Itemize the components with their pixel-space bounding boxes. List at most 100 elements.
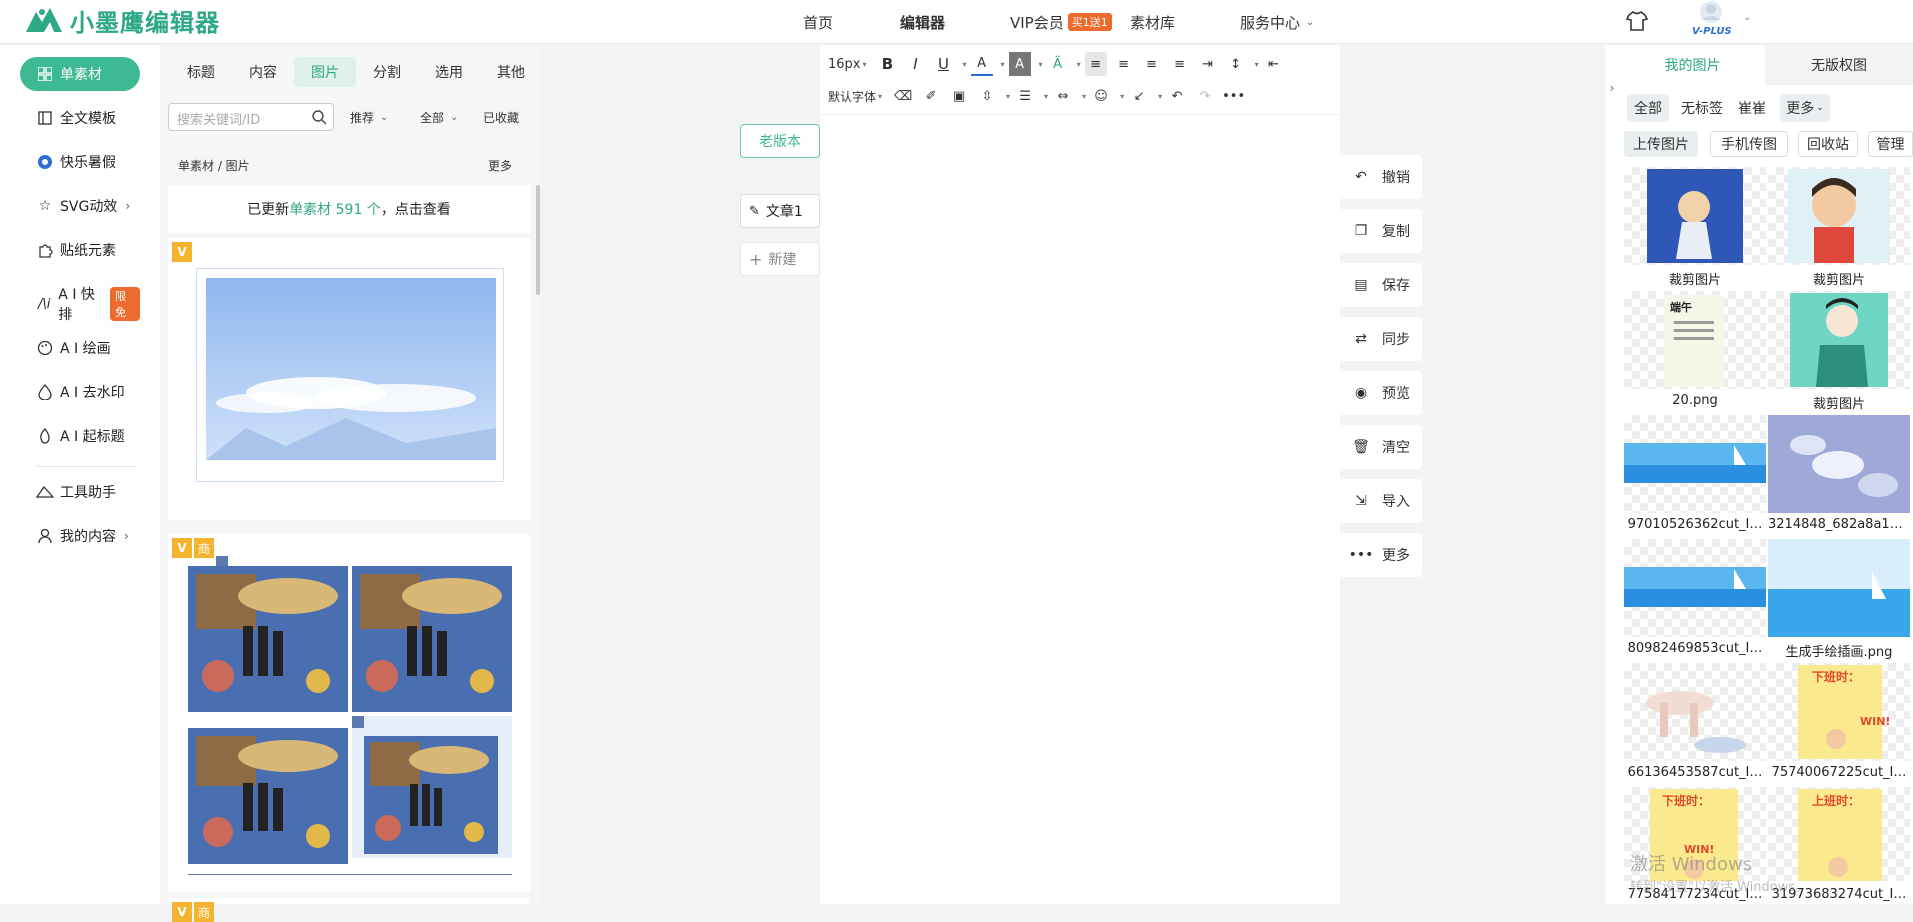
emoji-icon[interactable]: ☺ bbox=[1090, 84, 1112, 108]
preview-button[interactable]: ◉ 预览 bbox=[1340, 371, 1422, 415]
letter-spacing-icon[interactable]: ⇔ bbox=[1052, 84, 1074, 108]
leftnav-templates[interactable]: 全文模板 bbox=[20, 101, 140, 135]
font-effect-icon[interactable]: Ä bbox=[1047, 52, 1069, 76]
underline-icon[interactable]: U bbox=[933, 52, 955, 76]
save-button[interactable]: ▤ 保存 bbox=[1340, 263, 1422, 307]
nav-home[interactable]: 首页 bbox=[803, 0, 833, 44]
old-version-button[interactable]: 老版本 bbox=[740, 124, 820, 158]
material-card[interactable]: V 商 bbox=[168, 534, 530, 892]
favorites-filter[interactable]: 已收藏 bbox=[483, 103, 519, 131]
phone-upload-button[interactable]: 手机传图 bbox=[1710, 131, 1788, 157]
image-thumb[interactable]: 端午 bbox=[1624, 291, 1766, 389]
image-thumb[interactable] bbox=[1624, 167, 1766, 265]
nav-service[interactable]: 服务中心 ⌄ bbox=[1240, 0, 1314, 44]
image-icon[interactable]: ▣ bbox=[948, 84, 970, 108]
nav-vip[interactable]: VIP会员 买1送1 bbox=[1010, 0, 1112, 44]
trash-icon: 🗑 bbox=[1352, 439, 1370, 455]
sync-button[interactable]: ⇄ 同步 bbox=[1340, 317, 1422, 361]
manage-button[interactable]: 管理 bbox=[1868, 131, 1913, 157]
doc-item[interactable]: ✎ 文章1 bbox=[740, 194, 820, 228]
copy-button[interactable]: ❐ 复制 bbox=[1340, 209, 1422, 253]
new-doc-button[interactable]: + 新建 bbox=[740, 242, 820, 276]
chevron-down-icon[interactable]: ⌄ bbox=[1743, 12, 1751, 23]
arrow-icon[interactable]: ↙ bbox=[1128, 84, 1150, 108]
italic-icon[interactable]: I bbox=[905, 52, 927, 76]
bold-icon[interactable]: B bbox=[877, 52, 899, 76]
line-height-icon[interactable]: ↕ bbox=[1225, 52, 1247, 76]
leftnav-summer[interactable]: 快乐暑假 bbox=[20, 145, 140, 179]
filter-untagged[interactable]: 无标签 bbox=[1676, 94, 1728, 122]
eraser-icon[interactable]: ⌫ bbox=[892, 84, 914, 108]
leftnav-single-material[interactable]: 单素材 bbox=[20, 57, 140, 91]
all-select[interactable]: 全部 ⌄ bbox=[420, 103, 458, 131]
align-right-icon[interactable]: ≡ bbox=[1141, 52, 1163, 76]
tshirt-icon[interactable] bbox=[1625, 9, 1649, 33]
search-icon[interactable] bbox=[311, 109, 327, 125]
leftnav-ai-title[interactable]: A I 起标题 bbox=[20, 419, 140, 453]
logo[interactable]: 小墨鹰编辑器 bbox=[22, 3, 220, 38]
image-thumb[interactable] bbox=[1768, 415, 1910, 513]
import-button[interactable]: ⇲ 导入 bbox=[1340, 479, 1422, 523]
leftnav-stickers[interactable]: 贴纸元素 bbox=[20, 233, 140, 267]
update-notice[interactable]: 已更新 单素材 591 个，点击查看 bbox=[168, 185, 530, 233]
leftnav-ai-paint[interactable]: A I 绘画 bbox=[20, 331, 140, 365]
more-button[interactable]: ••• 更多 bbox=[1340, 533, 1422, 577]
leftnav-tools[interactable]: 工具助手 bbox=[20, 475, 140, 509]
font-size-select[interactable]: 16px ▾ bbox=[828, 52, 871, 76]
avatar[interactable]: V-PLUS bbox=[1688, 0, 1734, 40]
font-family-select[interactable]: 默认字体 ▾ bbox=[828, 84, 886, 108]
image-thumb[interactable] bbox=[1624, 539, 1766, 637]
nav-assets[interactable]: 素材库 bbox=[1130, 0, 1175, 44]
svg-text:WIN!: WIN! bbox=[1860, 715, 1890, 728]
leftnav-ai-layout[interactable]: /\i A I 快排 限免 bbox=[20, 287, 140, 323]
align-left-icon[interactable]: ≡ bbox=[1084, 52, 1107, 76]
tab-divider[interactable]: 分割 bbox=[356, 57, 418, 87]
image-thumb[interactable]: 下班时： WIN! bbox=[1768, 663, 1910, 761]
recommend-select[interactable]: 推荐 ⌄ bbox=[350, 103, 388, 131]
filter-more[interactable]: 更多 ⌄ bbox=[1780, 94, 1830, 122]
paragraph-spacing-icon[interactable]: ☰ bbox=[1014, 84, 1036, 108]
more-link[interactable]: 更多 bbox=[488, 157, 512, 174]
more-icon[interactable]: ••• bbox=[1222, 84, 1245, 108]
material-card[interactable]: V bbox=[168, 238, 530, 520]
material-card[interactable]: V 商 bbox=[168, 898, 530, 922]
tab-choose[interactable]: 选用 bbox=[418, 57, 480, 87]
indent-icon[interactable]: ⇥ bbox=[1197, 52, 1219, 76]
upload-image-button[interactable]: 上传图片 bbox=[1624, 131, 1698, 157]
clear-button[interactable]: 🗑 清空 bbox=[1340, 425, 1422, 469]
leftnav-my-content[interactable]: 我的内容 › bbox=[20, 519, 140, 553]
image-thumb[interactable] bbox=[1768, 167, 1910, 265]
font-color-icon[interactable]: A bbox=[970, 52, 993, 76]
format-brush-icon[interactable]: ✐ bbox=[920, 84, 942, 108]
recycle-bin-button[interactable]: 回收站 bbox=[1798, 131, 1858, 157]
bg-color-icon[interactable]: A bbox=[1008, 52, 1031, 76]
tab-my-images[interactable]: 我的图片 bbox=[1620, 45, 1765, 85]
image-thumb[interactable] bbox=[1624, 663, 1766, 761]
leftnav-ai-watermark[interactable]: A I 去水印 bbox=[20, 375, 140, 409]
collapse-chevron-icon[interactable]: › bbox=[1605, 76, 1619, 100]
image-caption: 97010526362cut_I… bbox=[1627, 517, 1763, 532]
tab-free-images[interactable]: 无版权图 bbox=[1765, 45, 1913, 85]
nav-editor[interactable]: 编辑器 bbox=[900, 0, 945, 44]
exit-icon[interactable]: ⇤ bbox=[1263, 52, 1285, 76]
filter-tag[interactable]: 崔崔 bbox=[1734, 94, 1770, 122]
image-thumb[interactable] bbox=[1768, 291, 1910, 389]
tab-other[interactable]: 其他 bbox=[480, 57, 542, 87]
leftnav-svg-effects[interactable]: ☆ SVG动效 › bbox=[20, 189, 140, 223]
image-thumb[interactable] bbox=[1768, 539, 1910, 637]
tab-title[interactable]: 标题 bbox=[170, 57, 232, 87]
image-thumb[interactable] bbox=[1624, 415, 1766, 513]
undo-icon[interactable]: ↶ bbox=[1166, 84, 1188, 108]
filter-all[interactable]: 全部 bbox=[1627, 94, 1669, 122]
undo-button[interactable]: ↶ 撤销 bbox=[1340, 155, 1422, 199]
editor-canvas[interactable] bbox=[820, 45, 1340, 904]
redo-icon[interactable]: ↷ bbox=[1194, 84, 1216, 108]
search-input[interactable]: 搜索关键词/ID bbox=[168, 103, 334, 131]
tab-content[interactable]: 内容 bbox=[232, 57, 294, 87]
image-thumb[interactable]: 上班时： bbox=[1768, 787, 1910, 881]
spacing-icon[interactable]: ⇳ bbox=[976, 84, 998, 108]
scrollbar[interactable] bbox=[536, 185, 540, 295]
tab-image[interactable]: 图片 bbox=[294, 57, 356, 87]
align-center-icon[interactable]: ≡ bbox=[1113, 52, 1135, 76]
justify-icon[interactable]: ≡ bbox=[1169, 52, 1191, 76]
